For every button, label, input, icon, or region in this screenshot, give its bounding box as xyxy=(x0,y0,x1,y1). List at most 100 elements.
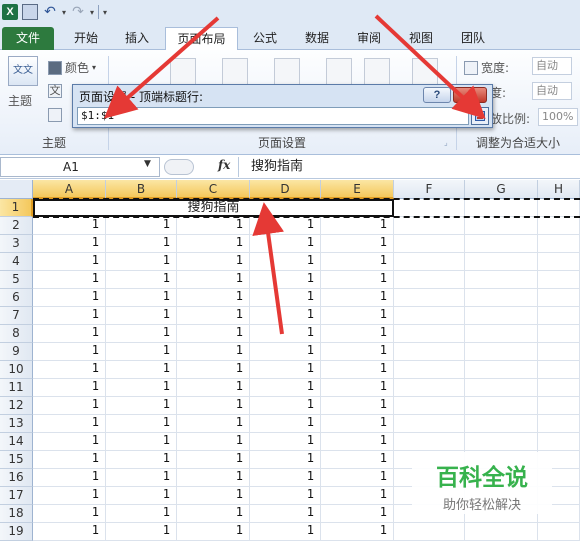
column-header-d[interactable]: D xyxy=(250,180,321,199)
cell-g8[interactable] xyxy=(465,325,538,343)
cell-c11[interactable]: 1 xyxy=(177,379,250,397)
row-header-1[interactable]: 1 xyxy=(0,199,33,217)
cell-g3[interactable] xyxy=(465,235,538,253)
cell-e14[interactable]: 1 xyxy=(321,433,394,451)
cell-h4[interactable] xyxy=(538,253,580,271)
cell-g4[interactable] xyxy=(465,253,538,271)
cell-g2[interactable] xyxy=(465,217,538,235)
merged-title-cell[interactable]: 搜狗指南 xyxy=(33,199,394,217)
cell-a7[interactable]: 1 xyxy=(33,307,106,325)
cell-f8[interactable] xyxy=(394,325,465,343)
cell-b7[interactable]: 1 xyxy=(106,307,177,325)
undo-dropdown-icon[interactable]: ▾ xyxy=(62,8,66,17)
cell-c6[interactable]: 1 xyxy=(177,289,250,307)
save-icon[interactable] xyxy=(22,4,38,20)
print-titles-range-input[interactable]: $1:$1 xyxy=(77,107,469,125)
cell-b16[interactable]: 1 xyxy=(106,469,177,487)
cell-f10[interactable] xyxy=(394,361,465,379)
cell-c16[interactable]: 1 xyxy=(177,469,250,487)
cell-c15[interactable]: 1 xyxy=(177,451,250,469)
cell-h8[interactable] xyxy=(538,325,580,343)
cell-e11[interactable]: 1 xyxy=(321,379,394,397)
cell-d5[interactable]: 1 xyxy=(250,271,321,289)
cell-g13[interactable] xyxy=(465,415,538,433)
cell-d3[interactable]: 1 xyxy=(250,235,321,253)
cell-e9[interactable]: 1 xyxy=(321,343,394,361)
row-header-2[interactable]: 2 xyxy=(0,217,33,235)
tab-review[interactable]: 审阅 xyxy=(348,27,390,50)
cell-b17[interactable]: 1 xyxy=(106,487,177,505)
cell-f5[interactable] xyxy=(394,271,465,289)
cell-g12[interactable] xyxy=(465,397,538,415)
row-header-10[interactable]: 10 xyxy=(0,361,33,379)
chevron-down-icon[interactable]: ▼ xyxy=(144,159,151,169)
cell-a17[interactable]: 1 xyxy=(33,487,106,505)
cell-c13[interactable]: 1 xyxy=(177,415,250,433)
column-header-e[interactable]: E xyxy=(321,180,394,199)
cell-a19[interactable]: 1 xyxy=(33,523,106,541)
cell-d4[interactable]: 1 xyxy=(250,253,321,271)
cell-a6[interactable]: 1 xyxy=(33,289,106,307)
height-dropdown[interactable]: 自动 xyxy=(532,82,572,100)
column-header-g[interactable]: G xyxy=(465,180,538,199)
tab-file[interactable]: 文件 xyxy=(2,27,54,50)
tab-data[interactable]: 数据 xyxy=(295,27,339,50)
cell-c12[interactable]: 1 xyxy=(177,397,250,415)
cell-b11[interactable]: 1 xyxy=(106,379,177,397)
cell-h9[interactable] xyxy=(538,343,580,361)
cell-e17[interactable]: 1 xyxy=(321,487,394,505)
select-all-corner[interactable] xyxy=(0,180,33,199)
cell-g5[interactable] xyxy=(465,271,538,289)
row-header-15[interactable]: 15 xyxy=(0,451,33,469)
cell-e13[interactable]: 1 xyxy=(321,415,394,433)
tab-insert[interactable]: 插入 xyxy=(114,27,160,50)
cell-f19[interactable] xyxy=(394,523,465,541)
cell-f3[interactable] xyxy=(394,235,465,253)
cell-g7[interactable] xyxy=(465,307,538,325)
row-header-5[interactable]: 5 xyxy=(0,271,33,289)
cell-e8[interactable]: 1 xyxy=(321,325,394,343)
cell-b4[interactable]: 1 xyxy=(106,253,177,271)
cell-d11[interactable]: 1 xyxy=(250,379,321,397)
cell-e16[interactable]: 1 xyxy=(321,469,394,487)
cell-d6[interactable]: 1 xyxy=(250,289,321,307)
cell-a12[interactable]: 1 xyxy=(33,397,106,415)
cell-c17[interactable]: 1 xyxy=(177,487,250,505)
cell-b14[interactable]: 1 xyxy=(106,433,177,451)
row-header-14[interactable]: 14 xyxy=(0,433,33,451)
cell-c7[interactable]: 1 xyxy=(177,307,250,325)
cell-f2[interactable] xyxy=(394,217,465,235)
cell-d14[interactable]: 1 xyxy=(250,433,321,451)
row-header-12[interactable]: 12 xyxy=(0,397,33,415)
cell-d10[interactable]: 1 xyxy=(250,361,321,379)
cell-b10[interactable]: 1 xyxy=(106,361,177,379)
cell-d17[interactable]: 1 xyxy=(250,487,321,505)
cell-h6[interactable] xyxy=(538,289,580,307)
undo-icon[interactable]: ↶ xyxy=(42,4,58,20)
cell-f13[interactable] xyxy=(394,415,465,433)
cell-a16[interactable]: 1 xyxy=(33,469,106,487)
tab-view[interactable]: 视图 xyxy=(400,27,442,50)
cell-a13[interactable]: 1 xyxy=(33,415,106,433)
tab-page-layout[interactable]: 页面布局 xyxy=(165,27,238,51)
expand-dialog-button[interactable] xyxy=(471,107,489,125)
row-header-3[interactable]: 3 xyxy=(0,235,33,253)
cell-f12[interactable] xyxy=(394,397,465,415)
cell-b6[interactable]: 1 xyxy=(106,289,177,307)
column-header-b[interactable]: B xyxy=(106,180,177,199)
cell-g9[interactable] xyxy=(465,343,538,361)
row-header-9[interactable]: 9 xyxy=(0,343,33,361)
cell-c19[interactable]: 1 xyxy=(177,523,250,541)
cell-a5[interactable]: 1 xyxy=(33,271,106,289)
cell-c18[interactable]: 1 xyxy=(177,505,250,523)
cell-d2[interactable]: 1 xyxy=(250,217,321,235)
cell-a8[interactable]: 1 xyxy=(33,325,106,343)
cell-f4[interactable] xyxy=(394,253,465,271)
redo-dropdown-icon[interactable]: ▾ xyxy=(90,8,94,17)
redo-icon[interactable]: ↷ xyxy=(70,4,86,20)
theme-colors-button[interactable]: 颜色 ▾ xyxy=(48,59,96,76)
cell-e4[interactable]: 1 xyxy=(321,253,394,271)
help-button[interactable]: ? xyxy=(423,87,451,103)
cell-d7[interactable]: 1 xyxy=(250,307,321,325)
cell-g1[interactable] xyxy=(465,199,538,217)
